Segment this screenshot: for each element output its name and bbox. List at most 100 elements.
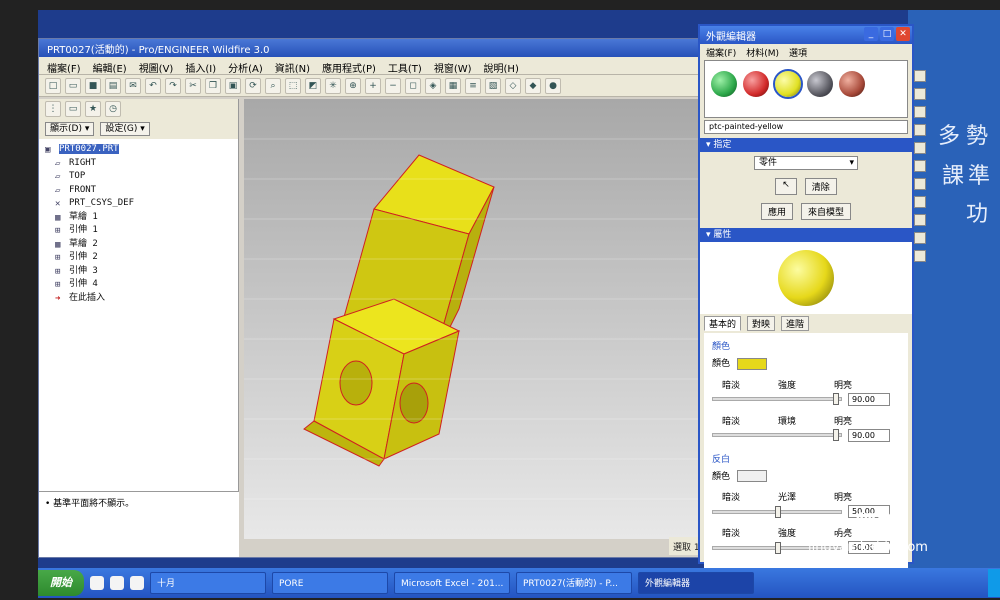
- tree-item-extrude-2[interactable]: ⊞ 引伸 2: [45, 251, 232, 265]
- wireframe-icon[interactable]: ◇: [505, 78, 521, 94]
- tab-basic[interactable]: 基本的: [704, 316, 742, 331]
- tree-item-sketch-1[interactable]: ▦ 草繪 1: [45, 211, 232, 225]
- zoom-out-icon[interactable]: −: [385, 78, 401, 94]
- ambient-slider-thumb[interactable]: [833, 429, 839, 441]
- datum-point-tool-icon[interactable]: [914, 124, 926, 136]
- swatch-red[interactable]: [743, 71, 769, 97]
- paste-icon[interactable]: ▣: [225, 78, 241, 94]
- revolve-tool-icon[interactable]: [914, 196, 926, 208]
- shading-icon[interactable]: ●: [545, 78, 561, 94]
- tree-item-insert-here[interactable]: ➜ 在此插入: [45, 292, 232, 306]
- tab-map[interactable]: 對映: [747, 316, 776, 331]
- menu-help[interactable]: 說明(H): [484, 60, 519, 75]
- find-icon[interactable]: ⌕: [265, 78, 281, 94]
- task-folder-october[interactable]: 十月: [150, 572, 266, 594]
- undo-icon[interactable]: ↶: [145, 78, 161, 94]
- orient-icon[interactable]: ⊕: [345, 78, 361, 94]
- swatch-gray[interactable]: [807, 71, 833, 97]
- datum-curve-tool-icon[interactable]: [914, 106, 926, 118]
- minimize-icon[interactable]: _: [864, 27, 878, 41]
- repaint-icon[interactable]: ◩: [305, 78, 321, 94]
- clear-button[interactable]: 清除: [804, 178, 837, 195]
- selection-box-icon[interactable]: ⬚: [285, 78, 301, 94]
- intensity-value-field[interactable]: 90.00: [848, 392, 890, 406]
- task-appearance-editor[interactable]: 外觀編輯器: [638, 572, 754, 594]
- tree-item-sketch-2[interactable]: ▦ 草繪 2: [45, 238, 232, 252]
- cut-icon[interactable]: ✂: [185, 78, 201, 94]
- highlight-color-swatch-button[interactable]: [736, 470, 767, 482]
- spin-center-icon[interactable]: ✳: [325, 78, 341, 94]
- round-tool-icon[interactable]: [914, 232, 926, 244]
- desktop-icon[interactable]: [130, 576, 144, 590]
- model-tree-tab-icon[interactable]: ⋮: [45, 101, 61, 117]
- tree-item-front[interactable]: ▱ FRONT: [45, 184, 232, 198]
- menu-applications[interactable]: 應用程式(P): [322, 60, 376, 75]
- redo-icon[interactable]: ↷: [165, 78, 181, 94]
- datum-axis-tool-icon[interactable]: [914, 88, 926, 100]
- tree-item-part[interactable]: ▣ PRT0027.PRT: [45, 143, 232, 157]
- menu-edit[interactable]: 編輯(E): [93, 60, 127, 75]
- quicklaunch-icon[interactable]: [90, 576, 104, 590]
- favorites-tab-icon[interactable]: ★: [85, 101, 101, 117]
- new-icon[interactable]: □: [45, 78, 61, 94]
- tree-item-top[interactable]: ▱ TOP: [45, 170, 232, 184]
- email-icon[interactable]: ✉: [125, 78, 141, 94]
- menu-info[interactable]: 資訊(N): [275, 60, 310, 75]
- chamfer-tool-icon[interactable]: [914, 250, 926, 262]
- color-swatch-button[interactable]: [736, 357, 767, 370]
- zoom-in-icon[interactable]: +: [365, 78, 381, 94]
- swatch-yellow[interactable]: [773, 69, 803, 99]
- regenerate-icon[interactable]: ⟳: [245, 78, 261, 94]
- ae-menu-options[interactable]: 選項: [789, 46, 807, 59]
- ambient-slider[interactable]: [712, 429, 842, 441]
- tree-item-extrude-1[interactable]: ⊞ 引伸 1: [45, 224, 232, 238]
- ae-menu-file[interactable]: 檔案(F): [706, 46, 736, 59]
- copy-icon[interactable]: ❐: [205, 78, 221, 94]
- from-model-button[interactable]: 來自模型: [801, 203, 852, 220]
- gloss-slider-thumb[interactable]: [775, 505, 781, 518]
- start-button[interactable]: 開始: [38, 570, 84, 596]
- hole-tool-icon[interactable]: [914, 214, 926, 226]
- tree-item-csys[interactable]: ✕ PRT_CSYS_DEF: [45, 197, 232, 211]
- assign-scope-select[interactable]: 零件 ▾: [754, 156, 858, 170]
- swatch-green[interactable]: [711, 71, 737, 97]
- reorient-icon[interactable]: ◈: [425, 78, 441, 94]
- ambient-value-field[interactable]: 90.00: [848, 428, 890, 442]
- history-tab-icon[interactable]: ◷: [105, 101, 121, 117]
- highlight-intensity-slider-thumb[interactable]: [775, 541, 781, 554]
- extrude-tool-icon[interactable]: [914, 178, 926, 190]
- menu-file[interactable]: 檔案(F): [47, 60, 81, 75]
- show-dropdown[interactable]: 顯示(D) ▾: [45, 122, 95, 136]
- maximize-icon[interactable]: □: [880, 27, 894, 41]
- open-icon[interactable]: ▭: [65, 78, 81, 94]
- datum-plane-tool-icon[interactable]: [914, 70, 926, 82]
- apply-button[interactable]: 應用: [760, 203, 793, 220]
- view-manager-icon[interactable]: ▧: [485, 78, 501, 94]
- close-icon[interactable]: ✕: [896, 27, 910, 41]
- menu-insert[interactable]: 插入(I): [185, 60, 216, 75]
- menu-view[interactable]: 視圖(V): [139, 60, 174, 75]
- pick-button[interactable]: ↖: [775, 178, 797, 195]
- intensity-slider[interactable]: [712, 393, 842, 405]
- ie-icon[interactable]: [110, 576, 124, 590]
- hidden-line-icon[interactable]: ◆: [525, 78, 541, 94]
- intensity-slider-thumb[interactable]: [833, 393, 839, 405]
- menu-window[interactable]: 視窗(W): [434, 60, 472, 75]
- properties-section-header[interactable]: ▾ 屬性: [700, 228, 912, 242]
- print-icon[interactable]: ▤: [105, 78, 121, 94]
- refit-icon[interactable]: ◻: [405, 78, 421, 94]
- menu-tools[interactable]: 工具(T): [388, 60, 422, 75]
- saved-views-icon[interactable]: ▦: [445, 78, 461, 94]
- tree-item-right[interactable]: ▱ RIGHT: [45, 157, 232, 171]
- csys-tool-icon[interactable]: [914, 142, 926, 154]
- tree-item-extrude-4[interactable]: ⊞ 引伸 4: [45, 278, 232, 292]
- task-proe[interactable]: PRT0027(活動的) - P...: [516, 572, 632, 594]
- graphics-viewport[interactable]: [244, 99, 704, 539]
- assign-section-header[interactable]: ▾ 指定: [700, 138, 912, 152]
- sketch-tool-icon[interactable]: [914, 160, 926, 172]
- swatch-brown[interactable]: [839, 71, 865, 97]
- layers-icon[interactable]: ≡: [465, 78, 481, 94]
- task-excel[interactable]: Microsoft Excel - 201...: [394, 572, 510, 594]
- task-folder-pore[interactable]: PORE: [272, 572, 388, 594]
- folder-browser-tab-icon[interactable]: ▭: [65, 101, 81, 117]
